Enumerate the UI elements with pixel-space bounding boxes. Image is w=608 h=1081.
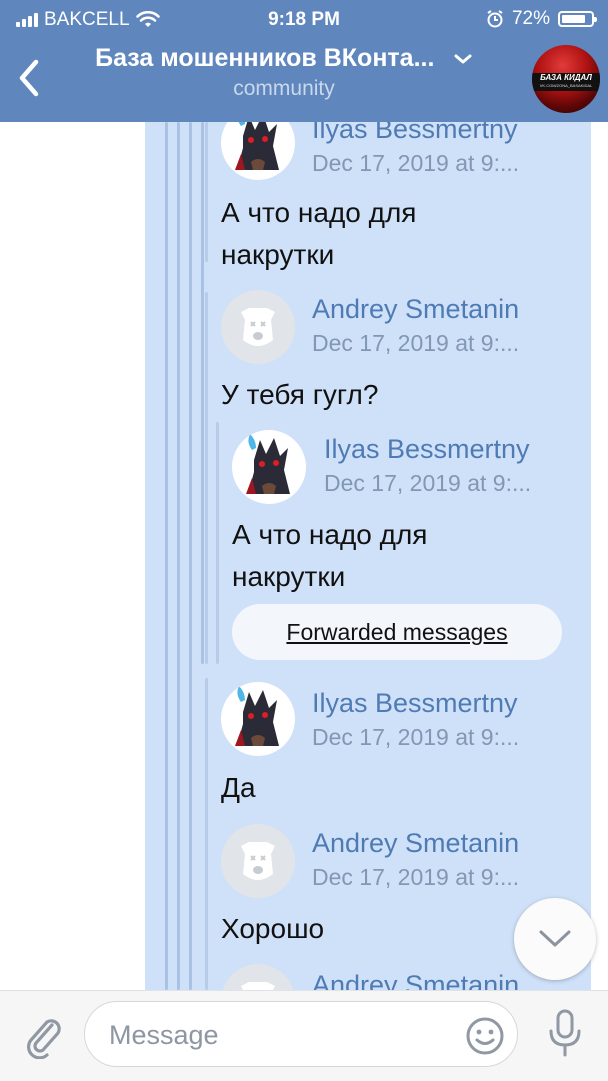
message-composer <box>0 990 608 1081</box>
quote-line <box>205 678 208 990</box>
message-text: У тебя гугл? <box>221 379 379 410</box>
quote-line <box>177 122 180 990</box>
status-bar: BAKCELL 9:18 PM 72% <box>0 0 608 40</box>
quote-line <box>189 122 192 990</box>
message-text: А что надо для <box>232 519 428 550</box>
character-avatar-icon <box>235 686 279 746</box>
chevron-left-icon[interactable] <box>14 56 44 100</box>
battery-percent: 72% <box>511 8 550 29</box>
group-logo-text: БАЗА КИДАЛ <box>540 73 592 82</box>
message-list[interactable]: Ilyas Bessmertny Dec 17, 2019 at 9:... А… <box>0 122 608 990</box>
chat-title-area[interactable]: База мошенников ВКонта... community <box>64 44 504 101</box>
message-text: Да <box>221 772 256 803</box>
paperclip-icon[interactable] <box>22 1013 66 1059</box>
quote-line <box>205 292 208 664</box>
message-date: Dec 17, 2019 at 9:... <box>312 150 520 176</box>
message-text: накрутки <box>221 239 335 270</box>
message-date: Dec 17, 2019 at 9:... <box>312 724 520 750</box>
group-logo-subtext: VK.COM/ZONA_BASAKIDAL <box>539 83 593 88</box>
message-author[interactable]: Andrey Smetanin <box>312 828 519 859</box>
alarm-icon <box>487 10 503 28</box>
app-header: BAKCELL 9:18 PM 72% База мошенников ВКон… <box>0 0 608 122</box>
group-avatar[interactable]: БАЗА КИДАЛ VK.COM/ZONA_BASAKIDAL <box>532 45 600 113</box>
quote-line <box>205 122 208 262</box>
quote-line <box>201 122 204 664</box>
chevron-down-icon[interactable] <box>453 53 473 65</box>
chat-subtitle: community <box>233 77 335 100</box>
microphone-icon[interactable] <box>545 1009 585 1059</box>
message-date: Dec 17, 2019 at 9:... <box>312 864 520 890</box>
message-bubble <box>145 122 591 990</box>
page-title: База мошенников ВКонта... <box>95 44 435 72</box>
message-author[interactable]: Andrey Smetanin <box>312 294 519 325</box>
smile-icon[interactable] <box>465 1016 505 1056</box>
forwarded-messages-button[interactable]: Forwarded messages <box>232 604 562 660</box>
scroll-down-button[interactable] <box>514 898 596 980</box>
message-date: Dec 17, 2019 at 9:... <box>312 330 520 356</box>
message-date: Dec 17, 2019 at 9:... <box>324 470 532 496</box>
message-text: Хорошо <box>221 913 325 944</box>
message-field[interactable] <box>84 1001 518 1067</box>
chevron-down-icon <box>539 930 571 947</box>
message-author[interactable]: Ilyas Bessmertny <box>312 122 518 145</box>
character-avatar-icon <box>246 434 290 494</box>
quote-line <box>165 122 168 990</box>
dog-avatar-icon <box>241 842 275 880</box>
avatar-ilyas[interactable] <box>232 430 306 504</box>
avatar-ilyas[interactable] <box>221 682 295 756</box>
dog-avatar-icon <box>241 308 275 346</box>
message-author[interactable]: Ilyas Bessmertny <box>312 688 518 719</box>
quote-line <box>216 422 219 664</box>
message-author[interactable]: Andrey Smetanin <box>312 970 519 990</box>
message-author[interactable]: Ilyas Bessmertny <box>324 434 530 465</box>
message-input[interactable] <box>107 1014 451 1056</box>
avatar-andrey[interactable] <box>221 824 295 898</box>
battery-icon <box>558 11 597 27</box>
message-text: А что надо для <box>221 197 417 228</box>
message-text: накрутки <box>232 561 346 592</box>
avatar-andrey[interactable] <box>221 290 295 364</box>
